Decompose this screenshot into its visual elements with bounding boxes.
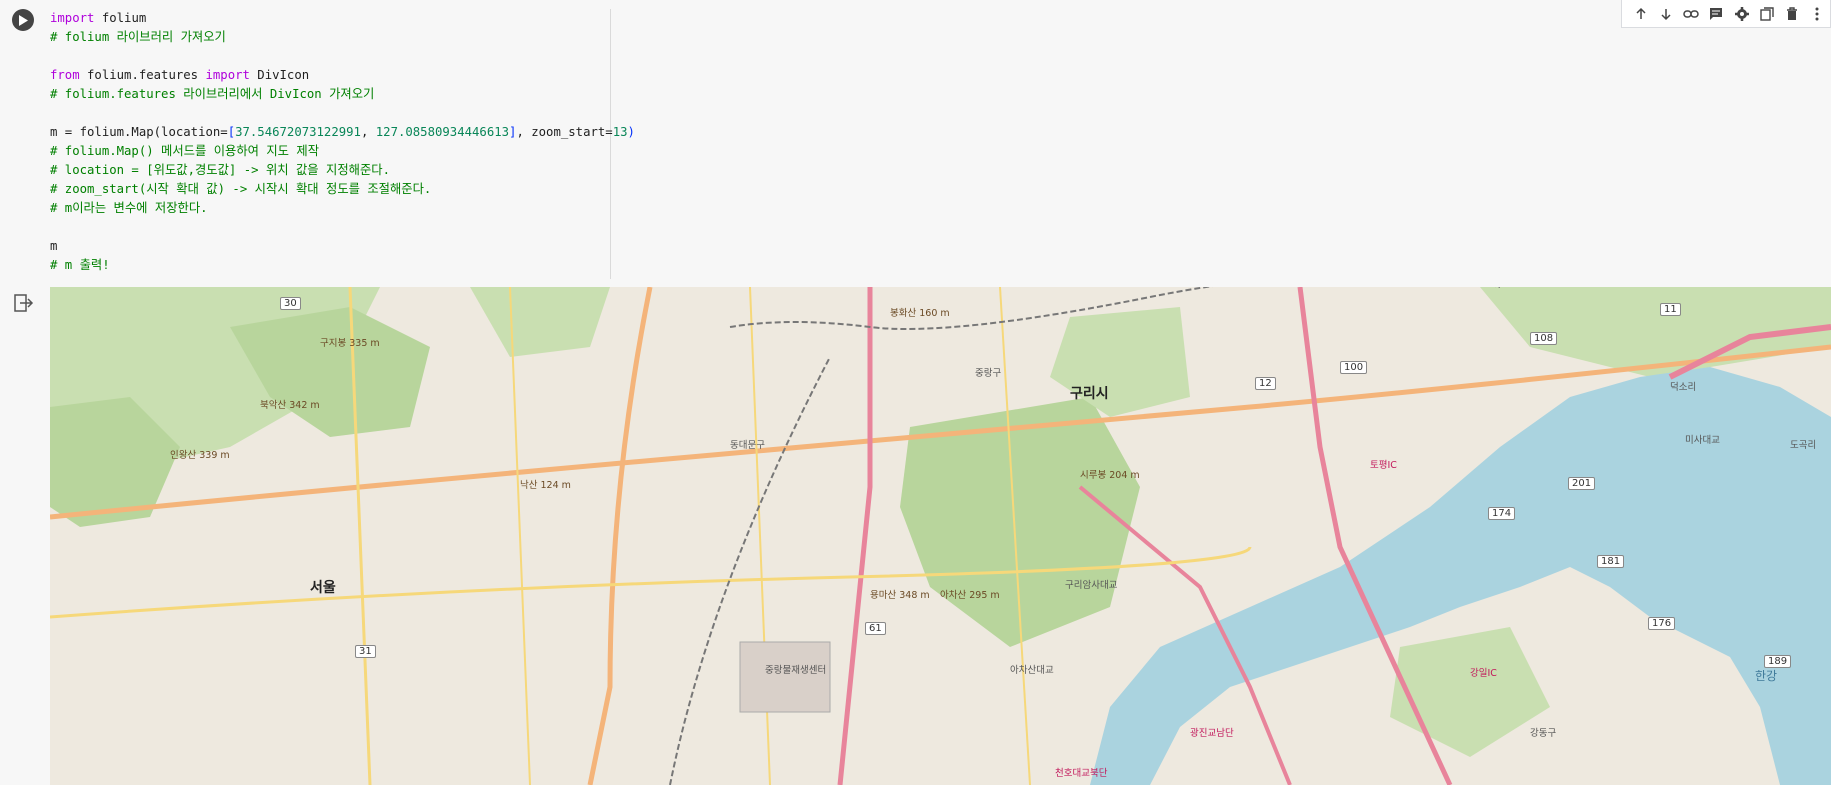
code-line: from folium.features import DivIcon [50, 66, 610, 85]
code-token: m = folium.Map(location= [50, 125, 228, 139]
output-gutter [0, 287, 51, 785]
code-token: from [50, 68, 80, 82]
code-editor[interactable]: import folium # folium 라이브러리 가져오기 from fol… [50, 9, 635, 279]
code-token: ) [627, 125, 635, 139]
map-label: 강동구 [1530, 728, 1557, 739]
code-token: 127.08580934446613 [375, 125, 510, 139]
code-line: # zoom_start(시작 확대 값) -> 시작시 확대 정도를 조절해준… [50, 180, 610, 199]
code-line: m = folium.Map(location=[37.546720731229… [50, 123, 635, 142]
map-label: 아차산대교 [1010, 665, 1054, 676]
code-token: folium.features [79, 68, 206, 82]
map-label: 구리암사대교 [1065, 580, 1118, 591]
map-label: 광진교남단 [1190, 728, 1234, 739]
play-icon [19, 14, 28, 26]
run-cell-button[interactable] [12, 9, 34, 31]
road-shield: 176 [1648, 617, 1676, 630]
code-token: # folium.Map() 메서드를 이용하여 지도 제작 [50, 144, 320, 158]
code-token: # folium 라이브러리 가져오기 [50, 30, 226, 44]
gear-icon[interactable] [1729, 2, 1754, 26]
code-token: , zoom_start= [516, 125, 613, 139]
road-shield: 108 [1530, 332, 1558, 345]
map-label: 동대문구 [730, 440, 765, 451]
comment-icon[interactable] [1704, 2, 1729, 26]
code-token: [ [227, 125, 236, 139]
road-shield: 12 [1255, 377, 1276, 390]
map-tiles [50, 287, 1831, 785]
map-label: 한강 [1755, 669, 1778, 683]
map-label: 용마산 348 m [870, 590, 930, 601]
map-label: 덕소리 [1670, 382, 1697, 393]
map-label: 강일IC [1470, 668, 1497, 679]
map-label: 북악산 342 m [260, 400, 320, 411]
arrow-up-icon[interactable] [1628, 2, 1653, 26]
code-line: # folium 라이브러리 가져오기 [50, 28, 610, 47]
arrow-down-icon[interactable] [1653, 2, 1678, 26]
folium-map[interactable]: 서울 구리시한강 중랑물재생센터 아차산대교 구리암사대교강일IC 토평IC 구지봉 335… [50, 287, 1831, 785]
code-line: # m이라는 변수에 저장한다. [50, 199, 610, 218]
map-label: 토평IC [1370, 460, 1397, 471]
map-label: 구리시 [1070, 386, 1109, 402]
cell-toolbar [1621, 0, 1831, 28]
code-line: m [50, 237, 610, 256]
code-token: 37.54672073122991 [235, 125, 361, 139]
code-token: 13 [612, 125, 628, 139]
road-shield: 201 [1568, 477, 1596, 490]
delete-icon[interactable] [1780, 2, 1805, 26]
map-label: 미사대교 [1685, 435, 1720, 446]
road-shield: 181 [1597, 555, 1625, 568]
code-token: folium [94, 11, 147, 25]
code-line: import folium [50, 9, 610, 28]
road-shield: 61 [865, 622, 886, 635]
code-token: # location = [위도값,경도값] -> 위치 값을 지정해준다. [50, 163, 390, 177]
map-label: 봉화산 160 m [890, 308, 950, 319]
code-cell[interactable]: import folium # folium 라이브러리 가져오기 from fol… [0, 0, 1831, 288]
map-label: 시루봉 204 m [1080, 470, 1140, 481]
code-token: # m 출력! [50, 258, 110, 272]
code-token: # m이라는 변수에 저장한다. [50, 201, 208, 215]
code-token: # zoom_start(시작 확대 값) -> 시작시 확대 정도를 조절해준… [50, 182, 432, 196]
map-label: 구지봉 335 m [320, 338, 380, 349]
more-icon[interactable] [1805, 2, 1830, 26]
code-token: DivIcon [249, 68, 310, 82]
map-label: 인왕산 339 m [170, 450, 230, 461]
code-line: # location = [위도값,경도값] -> 위치 값을 지정해준다. [50, 161, 610, 180]
map-label: 중랑물재생센터 [765, 665, 827, 676]
link-icon[interactable] [1679, 2, 1704, 26]
map-label: 서울 [310, 580, 336, 596]
road-shield: 174 [1488, 507, 1516, 520]
map-label: 낙산 124 m [520, 480, 571, 491]
road-shield: 31 [355, 645, 376, 658]
output-menu-icon[interactable] [14, 294, 34, 316]
map-label: 중랑구 [975, 368, 1002, 379]
code-line: # folium.features 라이브러리에서 DivIcon 가져오기 [50, 85, 610, 104]
road-shield: 100 [1340, 361, 1368, 374]
road-shield: 189 [1764, 655, 1792, 668]
code-token: import [50, 11, 95, 25]
code-line: # folium.Map() 메서드를 이용하여 지도 제작 [50, 142, 610, 161]
mirror-cell-icon[interactable] [1754, 2, 1779, 26]
code-token: , [360, 125, 376, 139]
code-line: # m 출력! [50, 256, 610, 275]
road-shield: 30 [280, 297, 301, 310]
code-token: # folium.features 라이브러리에서 DivIcon 가져오기 [50, 87, 375, 101]
map-label: 천호대교북단 [1055, 768, 1108, 779]
map-label: 도곡리 [1790, 440, 1817, 451]
code-token: import [205, 68, 250, 82]
code-token: m [50, 239, 58, 253]
map-label: 아차산 295 m [940, 590, 1000, 601]
road-shield: 11 [1660, 303, 1681, 316]
